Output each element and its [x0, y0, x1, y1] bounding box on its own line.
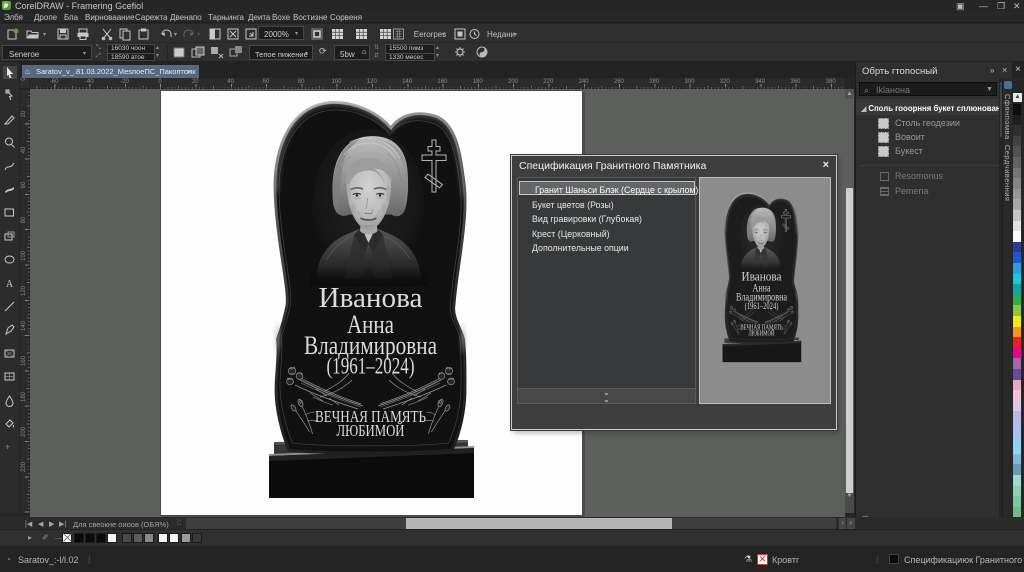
svg-text:A: A	[6, 279, 14, 290]
